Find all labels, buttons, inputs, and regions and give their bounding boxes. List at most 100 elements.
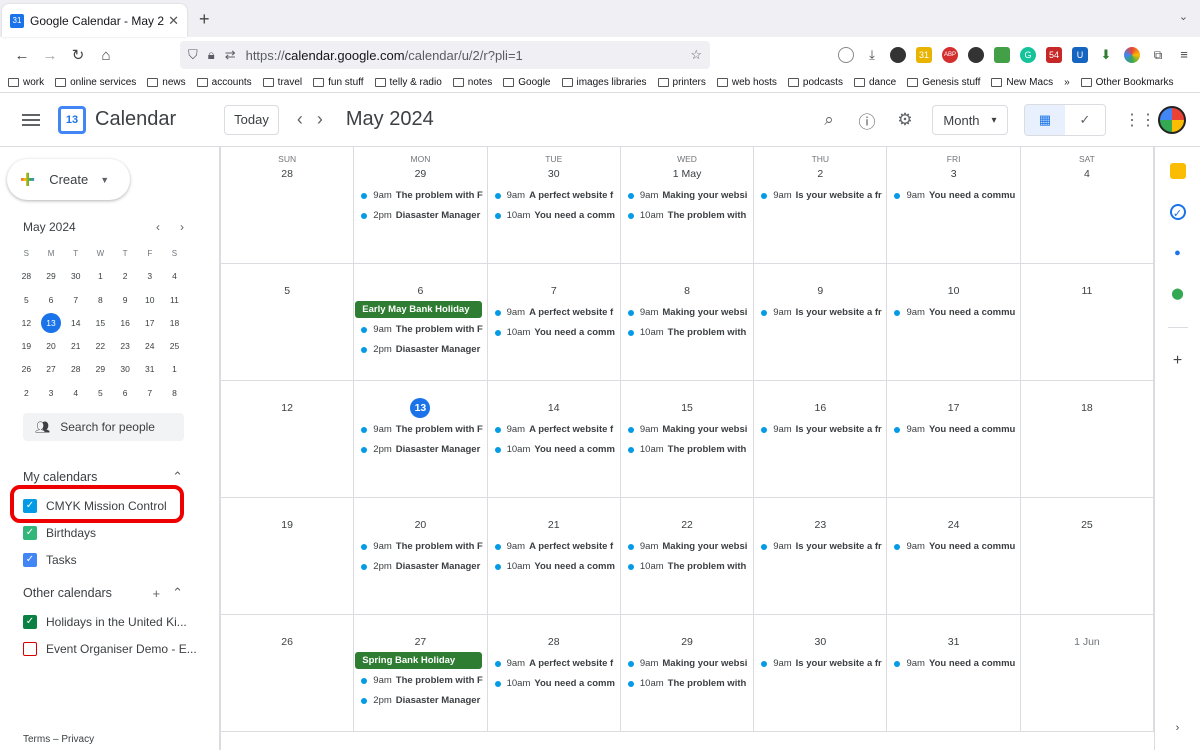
day-number[interactable]: 2 [754, 166, 886, 182]
bitwarden-icon[interactable]: U [1072, 47, 1088, 63]
day-number[interactable]: 11 [1021, 283, 1153, 299]
day-number[interactable]: 24 [887, 517, 1019, 533]
day-cell[interactable]: 17 9am You need a commu [887, 381, 1021, 498]
menu-icon[interactable]: ≡ [1176, 47, 1192, 63]
google-apps-icon[interactable]: ⋮⋮ [1124, 110, 1156, 130]
day-number[interactable]: 10 [887, 283, 1019, 299]
calendar-event[interactable]: 2pm Diasaster Manager [354, 206, 486, 226]
calendar-event[interactable]: 9am Making your websi [621, 303, 753, 323]
maps-icon[interactable]: ⬤ [1170, 286, 1186, 302]
search-icon[interactable]: ⌕ [810, 110, 848, 130]
mini-day[interactable]: 25 [162, 335, 187, 358]
down-arrow-extension-icon[interactable]: ⬇ [1098, 47, 1114, 63]
day-cell[interactable]: 28 9am A perfect website f 10am You need a c… [487, 615, 621, 732]
day-number[interactable]: 20 [354, 517, 486, 533]
mini-day[interactable]: 8 [88, 289, 113, 312]
calendar-event[interactable]: 9am Is your website a fr [754, 654, 886, 674]
day-cell[interactable]: FRI 3 9am You need a commu [887, 147, 1021, 264]
bookmark-folder[interactable]: news [147, 77, 186, 88]
extension-badge-icon[interactable]: 54 [1046, 47, 1062, 63]
calendar-event[interactable]: 9am A perfect website f [488, 186, 620, 206]
other-calendars-header[interactable]: Other calendars + ⌃ [23, 585, 183, 601]
day-number[interactable]: 3 [887, 166, 1019, 182]
previous-month-icon[interactable]: ‹ [297, 109, 303, 130]
day-cell[interactable]: 23 9am Is your website a fr [754, 498, 888, 615]
mini-day[interactable]: 12 [14, 312, 39, 335]
bookmark-folder[interactable]: online services [55, 77, 136, 88]
calendar-event[interactable]: 10am The problem with [621, 557, 753, 577]
day-cell[interactable]: WED 1 May 9am Making your websi 10am The prob… [620, 147, 755, 264]
day-cell[interactable]: 15 9am Making your websi 10am The problem wi… [620, 381, 755, 498]
calendar-event[interactable]: 9am You need a commu [887, 654, 1019, 674]
calendar-item[interactable]: ✓ Birthdays [23, 526, 96, 540]
day-cell[interactable]: SAT 4 [1020, 147, 1155, 264]
mini-day[interactable]: 28 [14, 265, 39, 288]
day-cell[interactable]: 29 9am Making your websi 10am The problem wi… [620, 615, 755, 732]
tasks-view-icon[interactable]: ✓ [1065, 105, 1105, 135]
day-number[interactable]: 18 [1021, 400, 1153, 416]
day-number[interactable]: 14 [488, 400, 620, 416]
bookmark-folder[interactable]: images libraries [561, 77, 647, 88]
bookmark-folder[interactable]: telly & radio [374, 77, 442, 88]
new-tab-icon[interactable]: + [199, 9, 210, 30]
calendar-event[interactable]: 9am Is your website a fr [754, 186, 886, 206]
checkbox-checked-icon[interactable]: ✓ [23, 553, 37, 567]
calendar-event[interactable]: 9am You need a commu [887, 186, 1019, 206]
main-menu-icon[interactable] [22, 113, 40, 126]
address-bar[interactable]: ⛉ 🔒︎ ⇄ https://calendar.google.com/calen… [180, 41, 710, 69]
mini-day[interactable]: 31 [137, 358, 162, 381]
mini-day[interactable]: 4 [63, 382, 88, 405]
calendar-event[interactable]: 10am The problem with [621, 674, 753, 694]
day-number[interactable]: 8 [621, 283, 753, 299]
reload-icon[interactable]: ↻ [64, 46, 92, 64]
mini-day[interactable]: 18 [162, 312, 187, 335]
terms-privacy[interactable]: Terms – Privacy [23, 734, 94, 745]
close-tab-icon[interactable]: ✕ [168, 13, 179, 29]
day-cell[interactable]: 30 9am Is your website a fr [754, 615, 888, 732]
mini-day[interactable]: 21 [63, 335, 88, 358]
forward-icon[interactable]: → [36, 47, 64, 64]
mini-prev-icon[interactable]: ‹ [146, 220, 170, 234]
calendar-event[interactable]: 9am You need a commu [887, 303, 1019, 323]
bookmark-folder[interactable]: fun stuff [313, 77, 364, 88]
today-button[interactable]: Today [224, 104, 279, 135]
calendar-event[interactable]: 10am You need a comm [488, 206, 620, 226]
mini-day[interactable]: 6 [113, 382, 138, 405]
calendar-event[interactable]: 9am The problem with F [354, 537, 486, 557]
calendar-event[interactable]: 9am The problem with F [354, 320, 486, 340]
shield-icon[interactable]: ⛉ [188, 47, 198, 63]
day-number[interactable]: 16 [754, 400, 886, 416]
day-number[interactable]: 1 May [621, 166, 753, 182]
back-icon[interactable]: ← [8, 47, 36, 64]
checkbox-unchecked-icon[interactable] [23, 642, 37, 656]
mini-day[interactable]: 1 [88, 265, 113, 288]
day-cell[interactable]: THU 2 9am Is your website a fr [754, 147, 888, 264]
day-number[interactable]: 17 [887, 400, 1019, 416]
calendar-view-icon[interactable]: ▦ [1025, 105, 1065, 135]
mini-day[interactable]: 15 [88, 312, 113, 335]
download-icon[interactable]: ⤓ [864, 47, 880, 63]
day-cell[interactable]: MON 29 9am The problem with F 2pm Diasaster M… [354, 147, 488, 264]
day-cell[interactable]: 20 9am The problem with F 2pm Diasaster Mana… [354, 498, 488, 615]
day-cell[interactable]: 21 9am A perfect website f 10am You need a c… [487, 498, 621, 615]
bookmark-folder[interactable]: web hosts [716, 77, 777, 88]
mini-next-icon[interactable]: › [170, 220, 194, 234]
keep-icon[interactable] [1169, 163, 1186, 179]
tab-list-chevron-icon[interactable]: ⌄ [1179, 10, 1188, 23]
mini-day[interactable]: 24 [137, 335, 162, 358]
day-number[interactable]: 29 [621, 634, 753, 650]
day-cell[interactable]: 11 [1020, 264, 1155, 381]
checkbox-checked-icon[interactable]: ✓ [23, 615, 37, 629]
day-number[interactable]: 21 [488, 517, 620, 533]
calendar-event[interactable]: 9am Is your website a fr [754, 303, 886, 323]
calendar-event[interactable]: 10am You need a comm [488, 674, 620, 694]
day-cell[interactable]: 27 Spring Bank Holiday 9am The problem with… [354, 615, 488, 732]
bookmark-folder[interactable]: accounts [196, 77, 252, 88]
day-number[interactable]: 6 [354, 283, 486, 299]
bookmark-folder[interactable]: Genesis stuff [907, 77, 980, 88]
calendar-event[interactable]: 9am A perfect website f [488, 303, 620, 323]
add-calendar-icon[interactable]: + [153, 586, 161, 601]
day-number[interactable]: 22 [621, 517, 753, 533]
mini-day[interactable]: 11 [162, 289, 187, 312]
calendar-extension-icon[interactable]: 31 [916, 47, 932, 63]
